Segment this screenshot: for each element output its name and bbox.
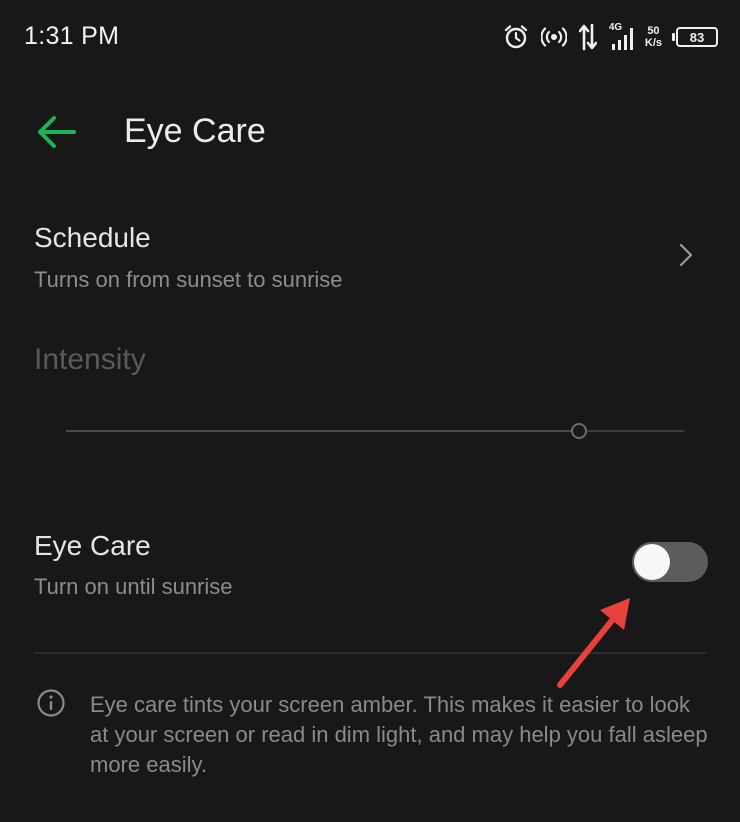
battery-level: 83 [689,29,705,45]
divider [34,652,706,654]
eye-care-toggle[interactable] [632,542,708,582]
page-title: Eye Care [124,112,266,150]
signal-icon: 4G [609,22,633,52]
alarm-icon [503,24,529,50]
eye-care-title: Eye Care [34,530,151,561]
toggle-knob [634,544,670,580]
speed-value: 50 [647,25,660,37]
back-arrow-icon [38,116,76,148]
data-transfer-icon [578,23,597,51]
eye-care-row: Eye Care Turn on until sunrise [0,520,740,610]
slider-fill [66,430,579,432]
network-speed: 50 K/s [645,25,662,49]
battery-icon: 83 [672,27,718,47]
back-button[interactable] [30,108,82,156]
schedule-subtitle: Turns on from sunset to sunrise [34,267,343,292]
speed-unit: K/s [644,37,662,49]
chevron-right-icon [679,243,693,267]
hotspot-icon [540,25,567,49]
intensity-slider[interactable] [66,418,684,444]
status-time: 1:31 PM [24,22,120,50]
info-icon [37,689,65,717]
status-icons: 4G 50 K/s 83 [503,18,718,56]
intensity-label: Intensity [34,343,146,376]
schedule-title: Schedule [34,222,151,253]
schedule-row[interactable]: Schedule Turns on from sunset to sunrise [0,212,740,302]
eye-care-subtitle: Turn on until sunrise [34,574,233,599]
slider-thumb[interactable] [570,423,587,439]
status-bar: 1:31 PM 4G 50 K/s 83 [0,0,740,76]
info-text: Eye care tints your screen amber. This m… [90,692,708,777]
app-bar: Eye Care [0,90,740,174]
